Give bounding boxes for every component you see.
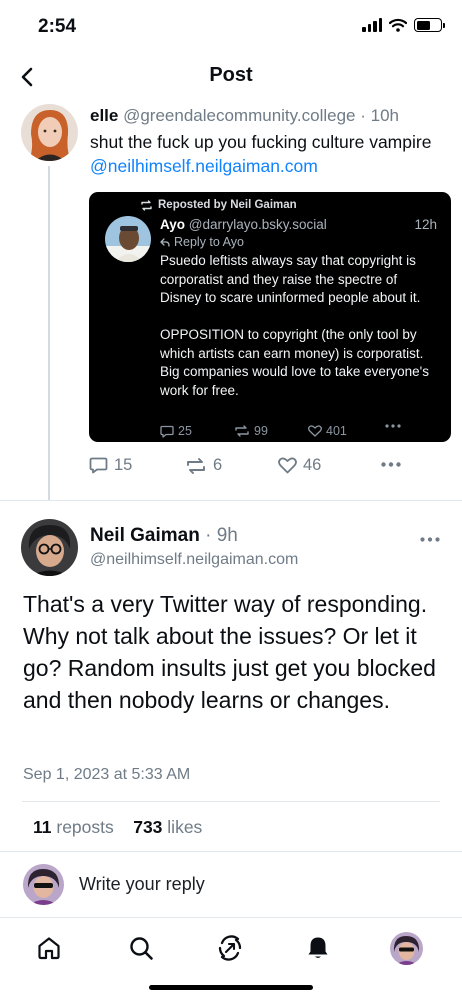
reply-placeholder: Write your reply <box>79 874 205 894</box>
post-time: 9h <box>216 525 238 546</box>
tab-home[interactable] <box>29 928 69 968</box>
reply-arrow-icon <box>160 237 170 247</box>
author-name[interactable]: Neil Gaiman <box>90 525 200 546</box>
avatar <box>389 931 423 965</box>
more-button[interactable] <box>420 529 440 547</box>
parent-post-header: elle @greendalecommunity.college · 10h <box>90 106 399 126</box>
reply-input[interactable]: Write your reply <box>0 852 462 916</box>
author-handle[interactable]: @greendalecommunity.college <box>123 106 355 125</box>
tab-feeds[interactable] <box>210 928 250 968</box>
more-icon <box>381 462 401 467</box>
engagement-counts: 11 reposts 733 likes <box>33 817 202 838</box>
battery-icon <box>414 18 445 32</box>
quoted-more-button[interactable] <box>385 424 401 428</box>
comment-icon <box>89 457 108 474</box>
more-icon <box>420 537 440 542</box>
parent-post[interactable]: elle @greendalecommunity.college · 10h s… <box>0 100 462 500</box>
quoted-repost-button[interactable]: 99 <box>234 424 268 438</box>
post-date: Sep 1, 2023 at 5:33 AM <box>23 766 191 783</box>
search-icon <box>130 937 153 960</box>
feeds-icon <box>218 935 242 961</box>
repost-count: 6 <box>213 456 223 474</box>
post-text: shut the fuck up you fucking culture vam… <box>90 132 432 152</box>
status-time: 2:54 <box>38 16 77 37</box>
repost-label-text: Reposted by Neil Gaiman <box>158 199 297 211</box>
status-bar: 2:54 <box>0 0 462 56</box>
wifi-icon <box>389 18 407 32</box>
bell-icon <box>308 937 328 958</box>
avatar[interactable] <box>21 104 78 161</box>
like-button[interactable]: 46 <box>278 456 321 475</box>
repost-count: 99 <box>254 424 268 438</box>
heart-icon <box>278 457 297 474</box>
post-time: 10h <box>370 106 400 125</box>
likes-label: likes <box>167 817 203 837</box>
quoted-post[interactable]: Reposted by Neil Gaiman Ayo @darrylayo.b… <box>89 192 451 442</box>
author-handle[interactable]: @neilhimself.neilgaiman.com <box>90 551 298 569</box>
reposts-label: reposts <box>56 817 114 837</box>
quoted-reply-button[interactable]: 25 <box>160 424 192 438</box>
more-button[interactable] <box>381 462 401 467</box>
like-count: 401 <box>326 424 347 438</box>
reply-count: 15 <box>114 456 133 474</box>
separator: · <box>205 525 212 546</box>
quoted-author-handle[interactable]: @darrylayo.bsky.social <box>189 217 327 232</box>
reposts-count: 11 <box>33 817 52 837</box>
divider <box>22 801 440 802</box>
home-indicator <box>149 985 313 990</box>
status-icons <box>362 18 445 32</box>
thread-line <box>48 166 50 500</box>
like-count: 46 <box>303 456 322 474</box>
quoted-post-header: Ayo @darrylayo.bsky.social <box>160 217 327 232</box>
main-post: Neil Gaiman · 9h @neilhimself.neilgaiman… <box>0 501 462 851</box>
tab-search[interactable] <box>121 928 161 968</box>
more-icon <box>385 424 401 428</box>
repost-label: Reposted by Neil Gaiman <box>140 199 297 211</box>
reply-button[interactable]: 15 <box>89 456 132 475</box>
signal-icon <box>362 18 382 32</box>
mention-link[interactable]: @neilhimself.neilgaiman.com <box>90 156 318 176</box>
repost-icon <box>141 199 152 211</box>
quoted-post-text: Psuedo leftists always say that copyrigh… <box>160 253 429 398</box>
parent-post-text: shut the fuck up you fucking culture vam… <box>90 130 445 178</box>
quoted-post-actions: 25 99 401 <box>160 424 435 440</box>
tab-profile[interactable] <box>386 928 426 968</box>
header: Post <box>0 56 462 100</box>
author-name[interactable]: elle <box>90 106 118 125</box>
reposts-count-link[interactable]: 11 reposts <box>33 817 114 837</box>
comment-icon <box>160 425 174 438</box>
tab-notifications[interactable] <box>298 928 338 968</box>
separator: · <box>360 106 366 125</box>
main-post-header: Neil Gaiman · 9h <box>90 525 238 547</box>
avatar[interactable] <box>21 519 78 576</box>
main-post-text: That's a very Twitter way of responding.… <box>23 591 436 713</box>
quoted-like-button[interactable]: 401 <box>308 424 347 438</box>
reply-to-label: Reply to Ayo <box>160 235 244 249</box>
avatar <box>23 864 64 905</box>
repost-icon <box>187 457 205 474</box>
repost-icon <box>235 425 249 437</box>
parent-post-actions: 15 6 46 <box>89 456 409 478</box>
quoted-author-name[interactable]: Ayo <box>160 217 185 232</box>
avatar[interactable] <box>105 216 151 262</box>
repost-button[interactable]: 6 <box>185 456 222 475</box>
home-icon <box>38 937 60 960</box>
quoted-post-time: 12h <box>414 217 437 232</box>
likes-count: 733 <box>133 817 163 837</box>
reply-to-text: Reply to Ayo <box>174 235 244 249</box>
heart-icon <box>308 425 322 437</box>
reply-count: 25 <box>178 424 192 438</box>
likes-count-link[interactable]: 733 likes <box>133 817 202 837</box>
page-title: Post <box>209 64 253 86</box>
